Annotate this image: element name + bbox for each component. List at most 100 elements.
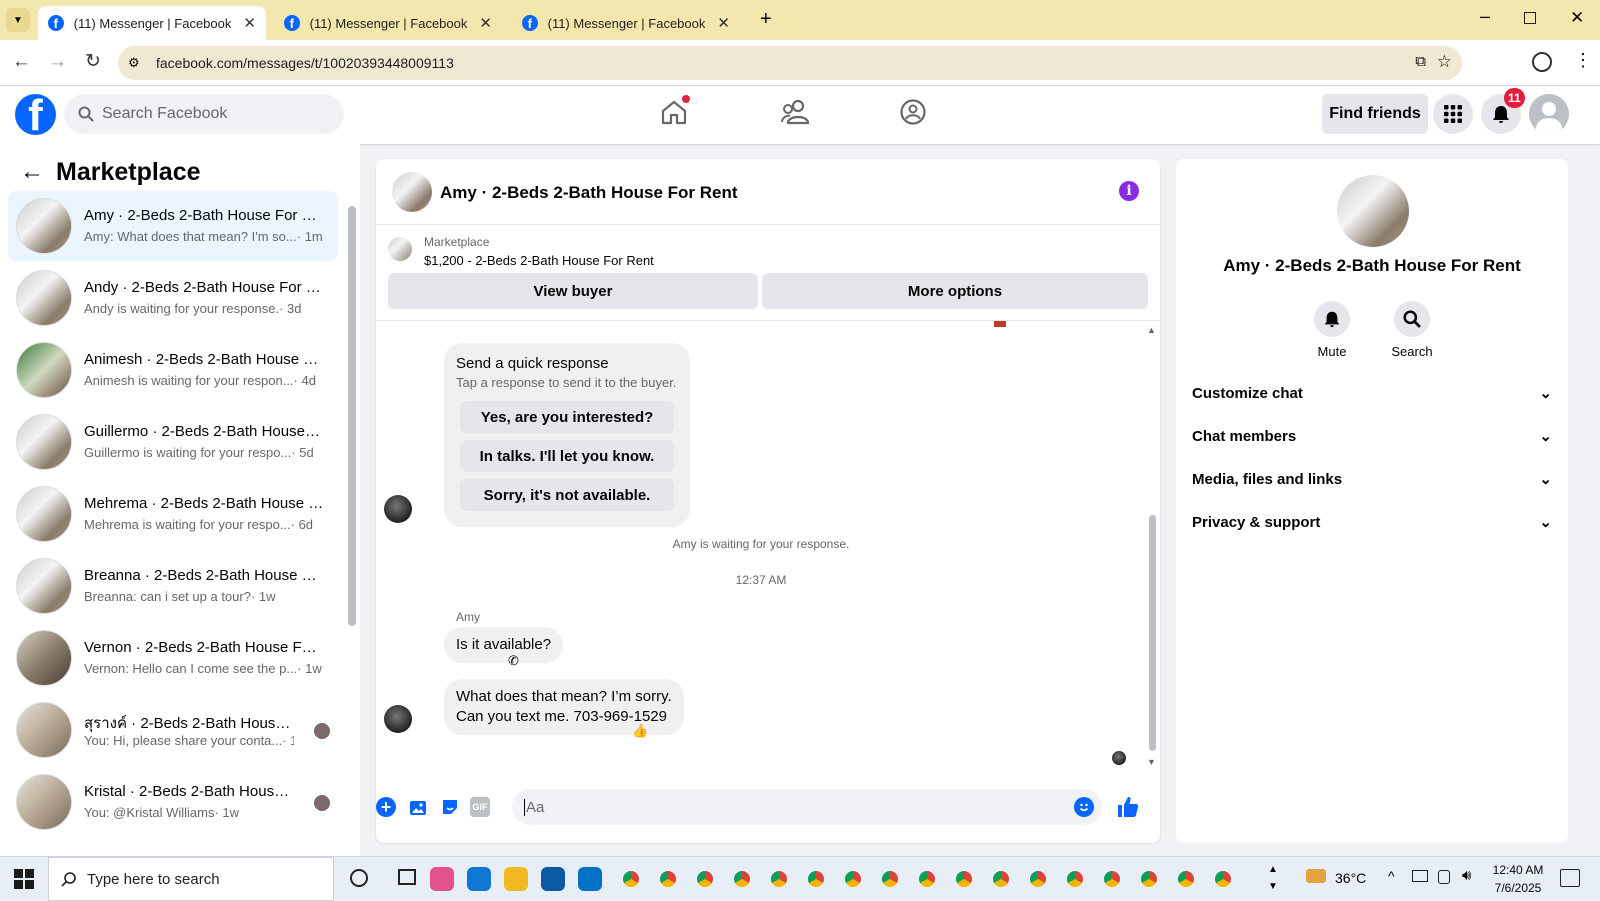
mute-button[interactable]: Mute: [1297, 301, 1367, 359]
notification-center-icon[interactable]: [1560, 869, 1580, 887]
new-tab-icon[interactable]: +: [760, 8, 772, 31]
chrome-icon[interactable]: [1174, 867, 1198, 891]
conversation-item[interactable]: Mehrema · 2-Beds 2-Bath House For Rent Me…: [8, 479, 338, 549]
chrome-icon[interactable]: [1211, 867, 1235, 891]
chrome-icon[interactable]: [878, 867, 902, 891]
clock-date[interactable]: 7/6/2025: [1488, 881, 1548, 895]
bookmark-star-icon[interactable]: ☆: [1437, 52, 1452, 72]
view-buyer-button[interactable]: View buyer: [388, 273, 758, 309]
back-arrow-icon[interactable]: ←: [20, 158, 44, 186]
thread-scrollbar[interactable]: [1149, 515, 1156, 751]
task-view-icon[interactable]: [398, 869, 416, 885]
home-icon[interactable]: [660, 95, 690, 126]
menu-grid-icon[interactable]: [1433, 94, 1473, 134]
more-options-button[interactable]: More options: [762, 273, 1148, 309]
minimize-icon[interactable]: –: [1480, 6, 1490, 27]
cortana-icon[interactable]: [350, 869, 368, 887]
chrome-icon[interactable]: [915, 867, 939, 891]
browser-tab[interactable]: f (11) Messenger | Facebook ✕: [38, 6, 266, 40]
weather-icon[interactable]: [1306, 869, 1326, 883]
conversation-item[interactable]: Guillermo · 2-Beds 2-Bath House For Rent…: [8, 407, 338, 477]
info-icon[interactable]: i: [1119, 181, 1139, 201]
listing-price-title[interactable]: $1,200 - 2-Beds 2-Bath House For Rent: [424, 253, 654, 268]
clock-time[interactable]: 12:40 AM: [1490, 863, 1546, 877]
chrome-icon[interactable]: [656, 867, 680, 891]
tray-chevron-icon[interactable]: ^: [1388, 868, 1395, 884]
profile-icon[interactable]: [1532, 52, 1552, 72]
close-tab-icon[interactable]: ✕: [717, 14, 730, 32]
chrome-icon[interactable]: [767, 867, 791, 891]
chrome-icon[interactable]: [989, 867, 1013, 891]
chrome-icon[interactable]: [1026, 867, 1050, 891]
outlook-icon[interactable]: [578, 867, 602, 891]
find-friends-button[interactable]: Find friends: [1322, 94, 1428, 134]
conversation-item[interactable]: Andy · 2-Beds 2-Bath House For Rent Andy …: [8, 263, 338, 333]
chrome-icon[interactable]: [804, 867, 828, 891]
message-bubble[interactable]: Is it available?: [444, 627, 564, 663]
chat-avatar[interactable]: [392, 172, 432, 212]
chrome-icon[interactable]: [841, 867, 865, 891]
thread-scroll-up-icon[interactable]: ▲: [1147, 325, 1156, 335]
conversation-item[interactable]: Amy · 2-Beds 2-Bath House For Rent Amy: W…: [8, 191, 338, 261]
sender-avatar[interactable]: [384, 705, 412, 733]
conversation-item[interactable]: Breanna · 2-Beds 2-Bath House For Rent Br…: [8, 551, 338, 621]
volume-icon[interactable]: 🔊︎: [1462, 867, 1471, 884]
webcam-icon[interactable]: [1438, 870, 1450, 884]
browser-menu-icon[interactable]: ⋮: [1574, 50, 1592, 71]
chrome-icon[interactable]: [952, 867, 976, 891]
search-in-conversation-button[interactable]: Search: [1377, 301, 1447, 359]
privacy-support-section[interactable]: Privacy & support ⌄: [1192, 502, 1552, 542]
install-app-icon[interactable]: ⧉: [1415, 53, 1426, 70]
close-window-icon[interactable]: ✕: [1570, 8, 1584, 28]
restore-icon[interactable]: [1524, 12, 1536, 24]
chrome-icon[interactable]: [1100, 867, 1124, 891]
close-tab-icon[interactable]: ✕: [243, 14, 256, 32]
conversation-item[interactable]: Animesh · 2-Beds 2-Bath House For Rent An…: [8, 335, 338, 405]
network-icon[interactable]: [1412, 870, 1428, 882]
add-plus-icon[interactable]: +: [376, 797, 396, 817]
reload-icon[interactable]: ↻: [85, 50, 101, 73]
chat-members-section[interactable]: Chat members ⌄: [1192, 416, 1552, 456]
quick-response-option[interactable]: In talks. I'll let you know.: [460, 440, 674, 472]
thread-scroll-down-icon[interactable]: ▼: [1147, 757, 1156, 767]
store-icon[interactable]: [541, 867, 565, 891]
photo-icon[interactable]: [408, 797, 428, 817]
quick-response-option[interactable]: Yes, are you interested?: [460, 401, 674, 433]
facebook-search-input[interactable]: Search Facebook: [64, 94, 344, 134]
facebook-logo[interactable]: f: [15, 94, 56, 135]
sticker-icon[interactable]: [440, 797, 460, 817]
edge-icon[interactable]: [467, 867, 491, 891]
sender-avatar[interactable]: [384, 495, 412, 523]
customize-chat-section[interactable]: Customize chat ⌄: [1192, 373, 1552, 413]
sidebar-scrollbar[interactable]: [348, 206, 356, 626]
taskbar-search-box[interactable]: Type here to search: [48, 857, 334, 901]
chrome-icon[interactable]: [1137, 867, 1161, 891]
address-bar[interactable]: ⚙ facebook.com/messages/t/10020393448009…: [118, 46, 1462, 80]
media-files-links-section[interactable]: Media, files and links ⌄: [1192, 459, 1552, 499]
show-hidden-icons-icon[interactable]: ▲ ▼: [1268, 861, 1278, 895]
gif-icon[interactable]: GIF: [470, 797, 490, 817]
copilot-icon[interactable]: [430, 867, 454, 891]
like-thumbs-up-icon[interactable]: [1116, 795, 1140, 819]
windows-start-icon[interactable]: [14, 869, 34, 889]
back-icon[interactable]: ←: [12, 51, 31, 73]
notifications-bell-icon[interactable]: 11: [1481, 88, 1525, 134]
conversation-item[interactable]: สุรางค์ · 2-Beds 2-Bath House For RentYo…: [8, 695, 338, 765]
conversation-item[interactable]: Kristal · 2-Beds 2-Bath House For Rent Yo…: [8, 767, 338, 837]
browser-tab[interactable]: f (11) Messenger | Facebook ✕: [512, 6, 740, 40]
friends-icon[interactable]: [780, 98, 810, 126]
forward-icon[interactable]: →: [48, 51, 67, 73]
browser-tab[interactable]: f (11) Messenger | Facebook ✕: [274, 6, 502, 40]
quick-response-option[interactable]: Sorry, it's not available.: [460, 479, 674, 511]
chat-title[interactable]: Amy · 2-Beds 2-Bath House For Rent: [440, 183, 738, 203]
close-tab-icon[interactable]: ✕: [479, 14, 492, 32]
file-explorer-icon[interactable]: [504, 867, 528, 891]
account-avatar[interactable]: [1529, 94, 1569, 134]
groups-icon[interactable]: [899, 98, 927, 126]
chrome-icon[interactable]: [619, 867, 643, 891]
chrome-icon[interactable]: [693, 867, 717, 891]
temperature[interactable]: 36°C: [1335, 870, 1366, 886]
site-info-icon[interactable]: ⚙: [128, 55, 140, 71]
emoji-icon[interactable]: [1074, 797, 1094, 817]
chrome-icon[interactable]: [1063, 867, 1087, 891]
